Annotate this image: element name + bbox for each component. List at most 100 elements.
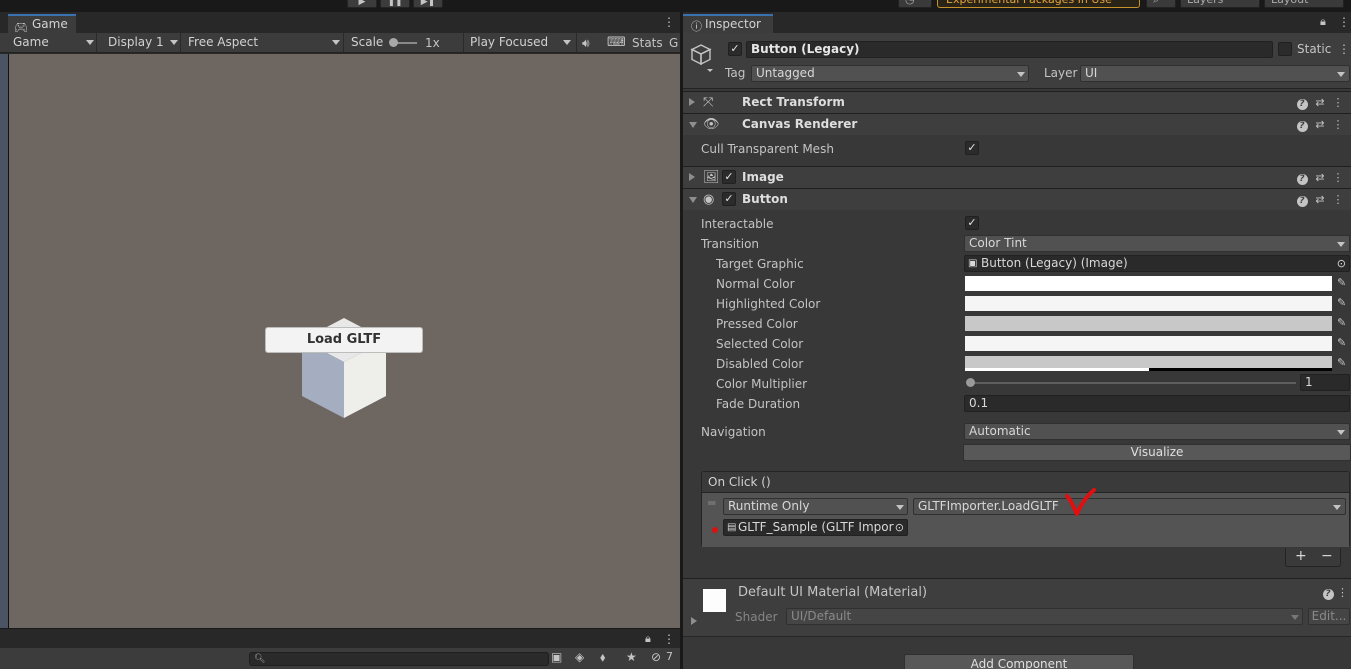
layer-dropdown[interactable]: UI [1080,65,1350,82]
fold-arrow-icon[interactable] [689,197,697,203]
kebab-menu-icon[interactable]: ⋮ [663,633,675,645]
step-button[interactable]: ▶❚ [413,0,443,8]
help-icon[interactable]: ? [1293,96,1311,110]
keyboard-icon[interactable]: ⌨ [607,35,626,50]
fold-arrow-icon[interactable] [689,98,695,106]
kebab-menu-icon[interactable]: ⋮ [1329,118,1347,131]
eyedropper-icon[interactable]: ✎ [1337,276,1346,289]
kebab-menu-icon[interactable]: ⋮ [1329,193,1347,206]
load-gltf-button[interactable]: Load GLTF [265,327,423,353]
kebab-menu-icon[interactable]: ⋮ [663,16,675,28]
eyedropper-icon[interactable]: ✎ [1337,356,1346,369]
object-picker-icon[interactable]: ⊙ [1337,256,1346,271]
presets-icon[interactable]: ⇄ [1311,171,1329,184]
help-icon[interactable]: ? [1293,118,1311,132]
kebab-menu-icon[interactable]: ⋮ [1329,171,1347,184]
fold-arrow-icon[interactable] [691,617,697,625]
transition-dropdown[interactable]: Color Tint [964,235,1350,252]
audio-mute-icon[interactable]: 🔊︎ [582,36,590,51]
play-mode-dropdown[interactable]: Play Focused [465,33,577,53]
gizmos-button[interactable]: G [669,36,678,50]
static-checkbox[interactable] [1278,42,1292,56]
scene-view-icon[interactable]: ▣ [551,650,562,664]
runtime-dropdown[interactable]: Runtime Only [723,498,908,515]
eyedropper-icon[interactable]: ✎ [1337,296,1346,309]
target-object-field[interactable]: ▤ GLTF_Sample (GLTF Import ⊙ [723,519,908,536]
interactable-checkbox[interactable]: ✓ [965,216,979,230]
play-button[interactable]: ▶ [347,0,377,8]
aspect-dropdown[interactable]: Free Aspect [183,33,344,53]
button-header[interactable]: ◉ ✓ Button ? ⇄ ⋮ [683,188,1351,210]
experimental-packages-badge[interactable]: Experimental Packages In Use [937,0,1140,8]
lock-icon[interactable]: 🔒︎ [645,633,651,644]
tag-icon[interactable]: ⬧ [600,650,605,665]
kebab-menu-icon[interactable]: ⋮ [1338,16,1350,28]
drag-handle-icon[interactable]: ═ [708,496,715,510]
shader-dropdown[interactable]: UI/Default [786,608,1303,625]
edit-shader-button[interactable]: Edit... [1308,608,1350,625]
object-name-field[interactable]: Button (Legacy) [746,41,1273,58]
kebab-menu-icon[interactable]: ⋮ [1329,96,1347,109]
display-dropdown[interactable]: Display 1 [103,33,181,53]
material-section: Default UI Material (Material) ? ⋮ Shader… [683,578,1351,636]
help-icon[interactable]: ? [1293,171,1311,185]
presets-icon[interactable]: ⇄ [1311,96,1329,109]
eyedropper-icon[interactable]: ✎ [1337,316,1346,329]
help-icon[interactable]: ? [1293,193,1311,207]
color-multiplier-handle[interactable] [966,378,975,387]
stats-button[interactable]: Stats [632,36,663,50]
star-icon[interactable]: ★ [626,650,637,664]
static-dropdown-caret[interactable]: ⋮ [1338,43,1350,55]
normal-color-swatch[interactable] [965,276,1332,291]
function-dropdown[interactable]: GLTFImporter.LoadGLTF [913,498,1346,515]
scale-slider-handle[interactable] [389,38,398,47]
layout-dropdown[interactable]: Layout [1264,0,1344,8]
add-event-button[interactable]: + [1295,548,1307,565]
pressed-color-swatch[interactable] [965,316,1332,331]
tab-game[interactable]: 🎮︎ Game [8,14,76,34]
material-preview[interactable] [703,589,726,612]
fold-arrow-icon[interactable] [689,122,697,128]
fade-duration-field[interactable]: 0.1 [964,395,1350,412]
object-picker-icon[interactable]: ⊙ [893,520,904,535]
game-mode-dropdown[interactable]: Game [8,33,97,53]
image-header[interactable]: 🖼︎ ✓ Image ? ⇄ ⋮ [683,166,1351,188]
canvas-renderer-header[interactable]: 👁︎ Canvas Renderer ? ⇄ ⋮ [683,113,1351,135]
add-component-button[interactable]: Add Component [904,654,1134,669]
selected-color-swatch[interactable] [965,336,1332,351]
fold-arrow-icon[interactable] [689,173,695,181]
presets-icon[interactable]: ⇄ [1311,118,1329,131]
pause-button[interactable]: ❚❚ [380,0,410,8]
help-icon[interactable]: ? [1319,586,1337,600]
tag-dropdown[interactable]: Untagged [751,65,1029,82]
presets-icon[interactable]: ⇄ [1311,193,1329,206]
visualize-button[interactable]: Visualize [963,444,1351,461]
eyedropper-icon[interactable]: ✎ [1337,336,1346,349]
onclick-event-row[interactable]: ═ Runtime Only GLTFImporter.LoadGLTF ▤ G… [702,493,1349,547]
hidden-eye-icon[interactable]: ⊘ [651,650,661,664]
color-multiplier-field[interactable]: 1 [1300,374,1350,391]
cull-transparent-checkbox[interactable]: ✓ [965,141,979,155]
search-icon[interactable]: ⌕ [1146,0,1176,8]
bottom-toolbar: 🔍︎ ▣ ◈ ⬧ ★ ⊘ 7 [0,648,680,669]
color-multiplier-track[interactable] [970,382,1296,384]
active-checkbox[interactable]: ✓ [728,42,742,56]
layers-dropdown[interactable]: Layers [1180,0,1260,8]
rect-transform-header[interactable]: ⤧ Rect Transform ? ⇄ ⋮ [683,91,1351,113]
image-enabled-checkbox[interactable]: ✓ [722,170,736,184]
shapes-icon[interactable]: ◈ [575,650,584,664]
highlighted-color-swatch[interactable] [965,296,1332,311]
lock-icon[interactable]: 🔒︎ [1320,16,1326,27]
disabled-color-swatch[interactable] [965,356,1332,371]
layer-value: UI [1085,66,1098,80]
tab-game-label: Game [32,17,68,31]
history-icon[interactable]: ◷ [898,0,932,8]
chevron-down-icon [896,505,904,510]
kebab-menu-icon[interactable]: ⋮ [1337,586,1348,599]
target-graphic-field[interactable]: ▣ Button (Legacy) (Image) ⊙ [964,255,1350,272]
button-enabled-checkbox[interactable]: ✓ [722,192,736,206]
search-input[interactable]: 🔍︎ [249,652,549,666]
tab-inspector[interactable]: ⓘ Inspector [683,14,773,33]
navigation-dropdown[interactable]: Automatic [964,423,1350,440]
remove-event-button[interactable]: − [1321,548,1333,565]
